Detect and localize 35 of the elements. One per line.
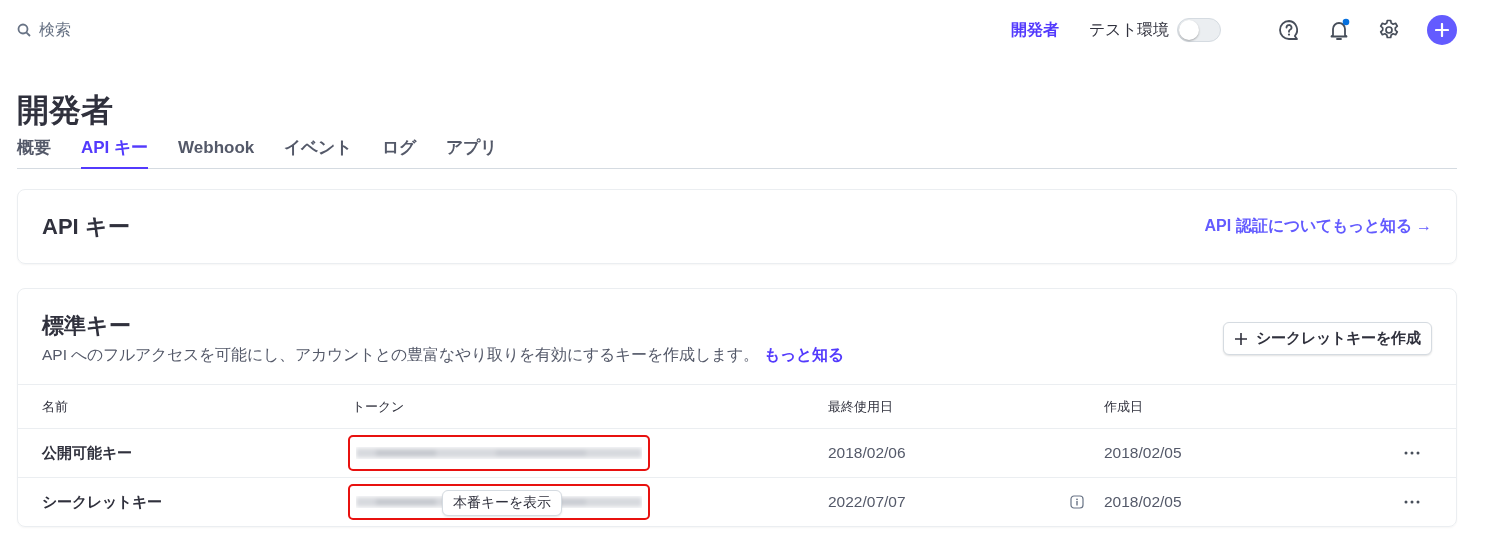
more-options-icon[interactable] xyxy=(1404,451,1420,455)
table-cell: 2018/02/05 xyxy=(1104,429,1404,478)
add-button[interactable] xyxy=(1427,15,1457,45)
learn-more-link[interactable]: API 認証についてもっと知る → xyxy=(1204,216,1432,237)
page-title: 開発者 xyxy=(17,91,113,130)
tab[interactable]: Webhook xyxy=(178,136,255,169)
developer-link[interactable]: 開発者 xyxy=(1011,19,1059,41)
reveal-key-button[interactable]: 本番キーを表示 xyxy=(442,490,562,516)
search-icon xyxy=(17,23,31,37)
plus-icon xyxy=(1435,23,1449,37)
learn-more-link[interactable]: もっと知る xyxy=(763,346,844,363)
column-header: トークン xyxy=(352,385,828,429)
section-description: API へのフルアクセスを可能にし、アカウントとの豊富なやり取りを有効にするキーを作成します。 もっと知る xyxy=(42,345,844,365)
info-icon[interactable] xyxy=(1070,495,1084,509)
plus-icon xyxy=(1234,331,1248,346)
card-title: API キー xyxy=(42,212,130,241)
tab[interactable]: ログ xyxy=(382,136,417,169)
column-header: 最終使用日 xyxy=(828,385,1070,429)
tab[interactable]: API キー xyxy=(81,136,149,169)
table-cell-text: シークレットキー xyxy=(41,491,163,512)
column-header: 作成日 xyxy=(1104,385,1404,429)
tab[interactable]: 概要 xyxy=(17,136,51,169)
table-cell-text: 2022/07/07 xyxy=(828,492,907,512)
section-title: 標準キー xyxy=(42,312,132,340)
test-mode-toggle[interactable] xyxy=(1177,18,1221,42)
more-options-icon[interactable] xyxy=(1404,500,1420,504)
column-header: 名前 xyxy=(18,385,352,429)
tab[interactable]: イベント xyxy=(284,136,353,169)
table-cell-text: 2018/02/05 xyxy=(1104,492,1183,512)
test-mode-label: テスト環境 xyxy=(1089,19,1169,40)
table-cell: 2018/02/06 xyxy=(828,429,1070,478)
create-secret-key-button[interactable]: シークレットキーを作成 xyxy=(1223,322,1432,355)
table-cell: 公開可能キー xyxy=(18,429,352,478)
tab[interactable]: アプリ xyxy=(446,136,498,169)
help-icon[interactable] xyxy=(1277,18,1301,42)
